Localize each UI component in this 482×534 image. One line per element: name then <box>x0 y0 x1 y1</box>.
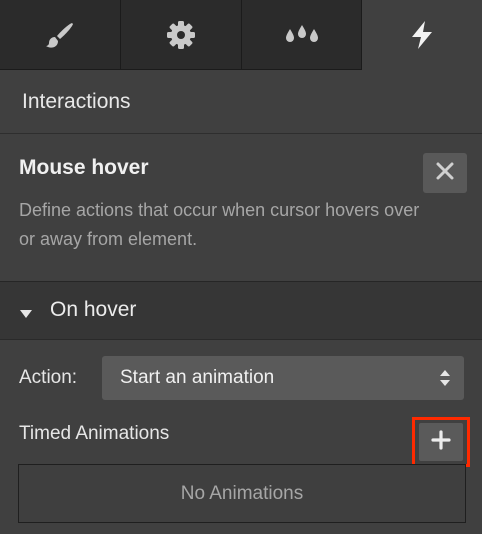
tab-effects[interactable] <box>242 0 362 70</box>
tab-interactions[interactable] <box>362 0 482 70</box>
tab-settings[interactable] <box>121 0 242 70</box>
caret-down-icon <box>19 306 33 324</box>
page-title: Interactions <box>22 90 131 113</box>
remove-trigger-button[interactable] <box>423 153 467 193</box>
trigger-description: Define actions that occur when cursor ho… <box>19 200 420 249</box>
add-button-surface <box>419 423 463 461</box>
lightning-icon <box>409 20 435 50</box>
drops-icon <box>284 23 320 47</box>
empty-state-text: No Animations <box>180 482 304 504</box>
action-select-value: Start an animation <box>120 367 275 388</box>
timed-animations-label: Timed Animations <box>19 423 170 444</box>
tab-bar <box>0 0 482 70</box>
trigger-title: Mouse hover <box>19 156 149 179</box>
on-hover-section-toggle[interactable]: On hover <box>0 282 482 340</box>
select-arrows-icon <box>439 369 451 392</box>
timed-animations-list: No Animations <box>18 464 466 523</box>
action-select[interactable]: Start an animation <box>102 356 464 400</box>
close-icon <box>435 161 455 186</box>
plus-icon <box>431 429 451 455</box>
gear-icon <box>165 19 197 51</box>
interactions-header: Interactions <box>0 70 482 134</box>
tab-style[interactable] <box>0 0 121 70</box>
brush-icon <box>45 21 75 49</box>
action-label: Action: <box>19 367 78 388</box>
add-timed-animation-button[interactable] <box>412 417 470 467</box>
on-hover-label: On hover <box>50 298 137 321</box>
trigger-card: Mouse hover Define actions that occur wh… <box>0 134 482 282</box>
